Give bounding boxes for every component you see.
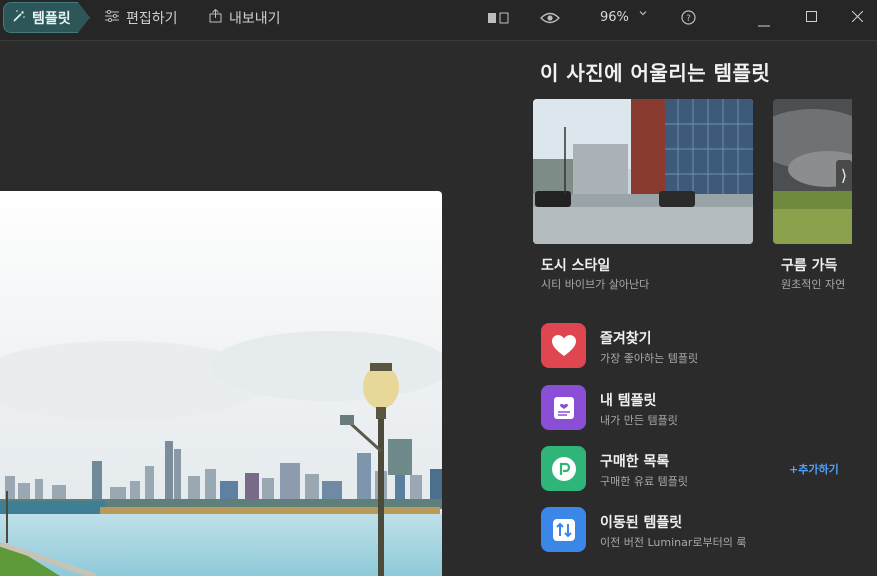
minimize-icon[interactable] bbox=[758, 16, 770, 31]
library-purchased-desc: 구매한 유료 템플릿 bbox=[600, 475, 688, 488]
library-my-templates[interactable]: 내 템플릿 내가 만든 템플릿 bbox=[541, 385, 841, 431]
purchased-icon bbox=[541, 446, 586, 491]
library-favorites-desc: 가장 좋아하는 템플릿 bbox=[600, 352, 699, 365]
card-clouds-name: 구름 가득 bbox=[781, 258, 838, 274]
zoom-level[interactable]: 96% bbox=[600, 10, 629, 25]
chevron-down-icon[interactable] bbox=[638, 8, 648, 21]
tab-templates[interactable]: 템플릿 bbox=[3, 2, 90, 33]
maximize-icon[interactable] bbox=[806, 11, 817, 26]
tab-edit-label: 편집하기 bbox=[126, 11, 178, 27]
library-purchased-name: 구매한 목록 bbox=[600, 454, 670, 470]
city-thumbnail bbox=[533, 99, 753, 244]
library-my-templates-name: 내 템플릿 bbox=[600, 393, 657, 409]
photo-canvas[interactable] bbox=[0, 191, 442, 576]
top-toolbar: 템플릿 편집하기 내보내기 96% ? bbox=[0, 0, 877, 41]
card-city-desc: 시티 바이브가 살아난다 bbox=[541, 278, 650, 291]
tab-export-label: 내보내기 bbox=[229, 11, 281, 27]
magic-wand-icon bbox=[12, 9, 26, 27]
add-purchased-link[interactable]: +추가하기 bbox=[789, 461, 839, 477]
heart-icon bbox=[541, 323, 586, 368]
card-clouds-desc: 원초적인 자연 bbox=[781, 278, 846, 291]
library-migrated-name: 이동된 템플릿 bbox=[600, 515, 683, 531]
tab-templates-label: 템플릿 bbox=[32, 10, 71, 27]
panel-title: 이 사진에 어울리는 템플릿 bbox=[540, 61, 771, 85]
template-card-city[interactable] bbox=[533, 99, 753, 244]
library-favorites[interactable]: 즐겨찾기 가장 좋아하는 템플릿 bbox=[541, 323, 841, 369]
export-icon bbox=[209, 8, 222, 27]
my-template-icon bbox=[541, 385, 586, 430]
eye-icon[interactable] bbox=[540, 11, 560, 29]
library-favorites-name: 즐겨찾기 bbox=[600, 331, 652, 347]
library-migrated-desc: 이전 버전 Luminar로부터의 룩 bbox=[600, 536, 747, 549]
compare-icon[interactable] bbox=[487, 12, 509, 28]
svg-text:?: ? bbox=[686, 14, 691, 24]
city-skyline-photo bbox=[0, 191, 442, 576]
library-my-templates-desc: 내가 만든 템플릿 bbox=[600, 414, 678, 427]
library-migrated[interactable]: 이동된 템플릿 이전 버전 Luminar로부터의 룩 bbox=[541, 507, 841, 553]
chevron-right-icon: ⟩ bbox=[840, 165, 848, 185]
migrate-icon bbox=[541, 507, 586, 552]
help-icon[interactable]: ? bbox=[681, 10, 696, 29]
sliders-icon bbox=[105, 9, 119, 26]
close-icon[interactable] bbox=[851, 10, 864, 26]
carousel-next-button[interactable]: ⟩ bbox=[836, 160, 852, 190]
card-city-name: 도시 스타일 bbox=[541, 258, 611, 274]
tab-edit[interactable]: 편집하기 bbox=[105, 8, 178, 28]
tab-export[interactable]: 내보내기 bbox=[209, 8, 281, 28]
